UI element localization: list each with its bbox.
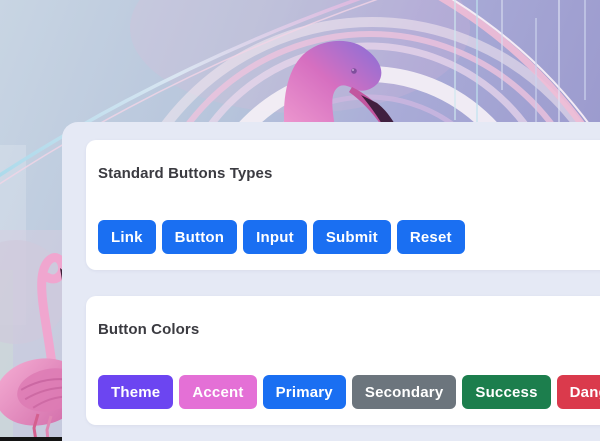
button-link[interactable]: Link [98, 220, 156, 254]
demo-panel: Standard Buttons Types LinkButtonInputSu… [62, 122, 600, 441]
card-button-colors: Button Colors ThemeAccentPrimarySecondar… [86, 296, 600, 425]
button-theme[interactable]: Theme [98, 375, 173, 409]
button-danger[interactable]: Danger [557, 375, 600, 409]
button-primary[interactable]: Primary [263, 375, 346, 409]
button-reset[interactable]: Reset [397, 220, 465, 254]
button-button[interactable]: Button [162, 220, 238, 254]
card-standard-button-types: Standard Buttons Types LinkButtonInputSu… [86, 140, 600, 270]
button-success[interactable]: Success [462, 375, 550, 409]
button-submit[interactable]: Submit [313, 220, 391, 254]
button-row-types: LinkButtonInputSubmitReset [98, 220, 600, 254]
screen: Standard Buttons Types LinkButtonInputSu… [0, 0, 600, 441]
button-accent[interactable]: Accent [179, 375, 256, 409]
card-title-standard-button-types: Standard Buttons Types [98, 165, 600, 182]
card-title-button-colors: Button Colors [98, 321, 600, 338]
button-input[interactable]: Input [243, 220, 307, 254]
button-row-colors: ThemeAccentPrimarySecondarySuccessDanger [98, 375, 600, 409]
button-secondary[interactable]: Secondary [352, 375, 457, 409]
